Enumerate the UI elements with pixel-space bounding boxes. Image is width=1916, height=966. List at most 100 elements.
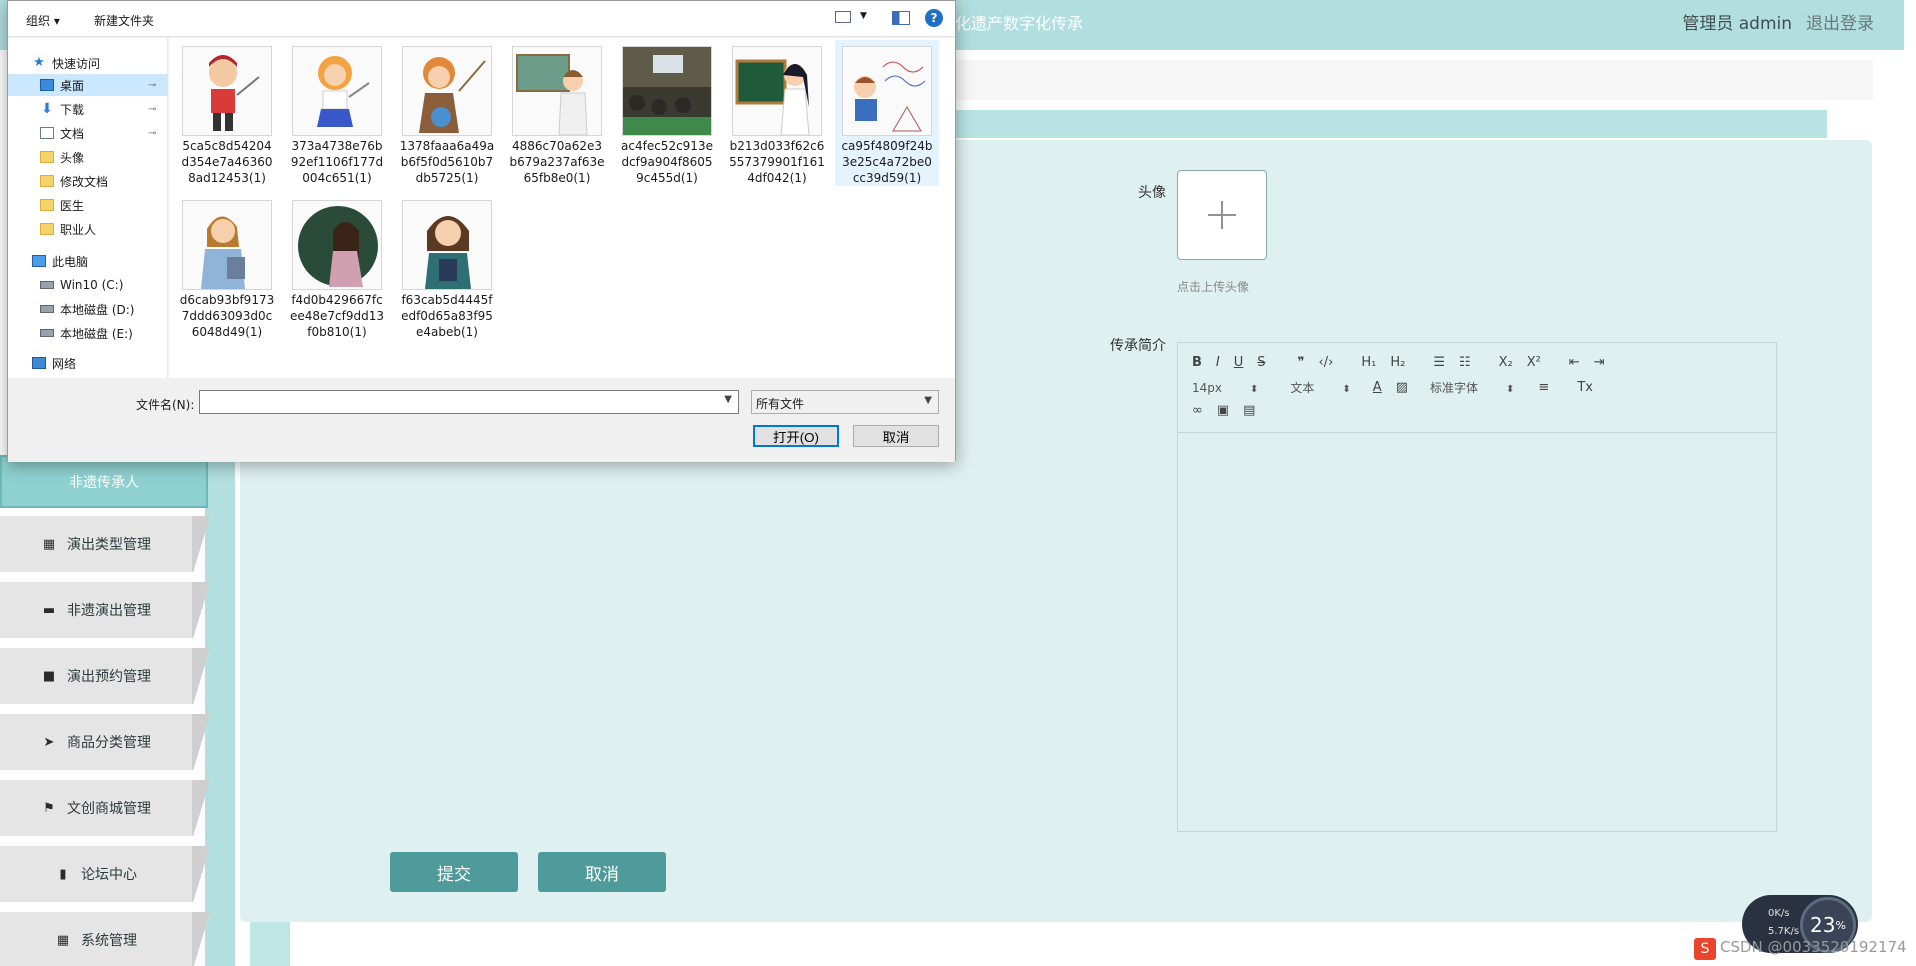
filename-input[interactable]: ▼ [199, 390, 739, 414]
drive-icon [40, 305, 54, 313]
chat-icon: ▬ [42, 602, 56, 618]
nav-folder-doctor[interactable]: 医生 [40, 194, 84, 216]
chevron-down-icon[interactable]: ▼ [860, 11, 867, 21]
file-name: 373a4738e76b92ef1106f177d004c651(1) [290, 139, 384, 185]
sidebar-item-performance[interactable]: ▬ 非遗演出管理 [0, 582, 210, 638]
sidebar-item-performance-type[interactable]: ▦ 演出类型管理 [0, 516, 210, 572]
text-type-select[interactable]: 文本 ⬍ [1290, 379, 1350, 396]
file-item[interactable]: f63cab5d4445fedf0d65a83f95e4abeb(1) [395, 194, 499, 340]
avatar-upload[interactable] [1177, 170, 1267, 260]
watermark: CSDN @0033520192174 [1720, 938, 1907, 956]
image-icon[interactable]: ▣ [1217, 403, 1229, 418]
grid-icon: ▦ [42, 536, 56, 552]
nav-folder-professional[interactable]: 职业人 [40, 218, 96, 240]
grid-icon: ▦ [56, 932, 70, 948]
sidebar-item-booking[interactable]: ■ 演出预约管理 [0, 648, 210, 704]
network-icon [32, 357, 46, 369]
panel-footer-block [250, 922, 290, 966]
indent-icon[interactable]: ⇥ [1594, 355, 1605, 370]
underline-icon[interactable]: U [1234, 355, 1244, 370]
file-item[interactable]: 373a4738e76b92ef1106f177d004c651(1) [285, 40, 389, 186]
file-item[interactable]: ac4fec52c913edcf9a904f86059c455d(1) [615, 40, 719, 186]
pin-icon: ⊸ [148, 104, 157, 115]
background-color-icon[interactable]: ▨ [1396, 380, 1408, 395]
sidebar-item-goods-category[interactable]: ➤ 商品分类管理 [0, 714, 210, 770]
sidebar-item-shop[interactable]: ⚑ 文创商城管理 [0, 780, 210, 836]
dialog-cancel-button[interactable]: 取消 [853, 425, 939, 447]
ordered-list-icon[interactable]: ☰ [1433, 355, 1445, 370]
font-color-icon[interactable]: A [1373, 380, 1382, 395]
sidebar-item-heritage-inheritor[interactable]: 非遗传承人 [0, 455, 208, 508]
strike-icon[interactable]: S [1257, 355, 1265, 370]
view-mode-icon[interactable] [835, 11, 851, 23]
nav-folder-avatar[interactable]: 头像 [40, 146, 84, 168]
cancel-button[interactable]: 取消 [538, 852, 666, 892]
bold-icon[interactable]: B [1192, 355, 1202, 370]
intro-label: 传承简介 [1110, 338, 1166, 354]
submit-button[interactable]: 提交 [390, 852, 518, 892]
quote-icon[interactable]: ❞ [1298, 355, 1305, 370]
link-icon[interactable]: ∞ [1192, 403, 1203, 418]
file-name: 5ca5c8d54204d354e7a463608ad12453(1) [181, 139, 273, 185]
nav-quick-access[interactable]: ★ 快速访问 [32, 52, 100, 74]
sidebar-item-label: 文创商城管理 [67, 801, 151, 817]
clear-format-icon[interactable]: Tx [1577, 380, 1593, 395]
nav-this-pc[interactable]: 此电脑 [32, 250, 88, 272]
rich-text-editor[interactable]: B I U S ❞ ‹/› H₁ H₂ ☰ ☷ X₂ X² ⇤ ⇥ 14px ⬍ … [1177, 342, 1777, 832]
italic-icon[interactable]: I [1216, 355, 1220, 370]
file-name: ca95f4809f24b3e25c4a72be0cc39d59(1) [841, 139, 933, 185]
breadcrumb-bar [955, 60, 1873, 100]
cpu-usage-value: 23 [1810, 913, 1836, 937]
preview-pane-icon[interactable] [892, 11, 910, 25]
file-type-select[interactable]: 所有文件 ▼ [751, 390, 939, 414]
subscript-icon[interactable]: X₂ [1499, 355, 1513, 370]
nav-label: 下载 [60, 102, 85, 117]
file-item[interactable]: f4d0b429667fcee48e7cf9dd13f0b810(1) [285, 194, 389, 340]
file-item[interactable]: d6cab93bf91737ddd63093d0c6048d49(1) [175, 194, 279, 340]
superscript-icon[interactable]: X² [1527, 355, 1541, 370]
font-family-select[interactable]: 标准字体 ⬍ [1430, 379, 1514, 396]
video-icon[interactable]: ▤ [1243, 403, 1255, 418]
file-item[interactable]: 5ca5c8d54204d354e7a463608ad12453(1) [175, 40, 279, 186]
code-icon[interactable]: ‹/› [1319, 355, 1334, 370]
organize-menu[interactable]: 组织 ▾ [26, 12, 60, 29]
open-button[interactable]: 打开(O) [753, 425, 839, 447]
percent-sign: % [1835, 918, 1846, 932]
folder-icon [40, 175, 54, 187]
chevron-down-icon[interactable]: ▼ [724, 394, 732, 405]
nav-desktop[interactable]: 桌面 ⊸ [8, 74, 168, 96]
bullet-list-icon[interactable]: ☷ [1459, 355, 1471, 370]
nav-downloads[interactable]: ⬇ 下载 [40, 98, 84, 120]
pin-icon: ⊸ [148, 79, 157, 91]
file-name: ac4fec52c913edcf9a904f86059c455d(1) [621, 139, 713, 185]
nav-drive-d[interactable]: 本地磁盘 (D:) [40, 298, 134, 320]
nav-drive-c[interactable]: Win10 (C:) [40, 274, 123, 296]
csdn-logo-icon: S [1694, 938, 1716, 960]
file-item[interactable]: 4886c70a62e3b679a237af63e65fb8e0(1) [505, 40, 609, 186]
logout-link[interactable]: 退出登录 [1806, 9, 1874, 34]
sidebar-item-system[interactable]: ▦ 系统管理 [0, 912, 210, 966]
font-size-select[interactable]: 14px ⬍ [1192, 381, 1258, 395]
site-title: 化遗产数字化传承 [955, 14, 1084, 33]
user-info: 管理员 admin 退出登录 [1682, 9, 1874, 34]
align-icon[interactable]: ≡ [1538, 380, 1549, 395]
file-item[interactable]: ca95f4809f24b3e25c4a72be0cc39d59(1) [835, 40, 939, 186]
file-item[interactable]: b213d033f62c6557379901f1614df042(1) [725, 40, 829, 186]
sidebar-item-label: 商品分类管理 [67, 735, 151, 751]
nav-folder-docs[interactable]: 修改文档 [40, 170, 108, 192]
help-icon[interactable]: ? [925, 9, 943, 27]
nav-drive-e[interactable]: 本地磁盘 (E:) [40, 322, 133, 344]
bar-chart-icon: ▮ [59, 866, 67, 882]
file-type-value: 所有文件 [756, 397, 805, 411]
h1-icon[interactable]: H₁ [1361, 355, 1376, 370]
sidebar-item-label: 演出类型管理 [67, 537, 151, 553]
sidebar-item-forum[interactable]: ▮ 论坛中心 [0, 846, 210, 902]
nav-documents[interactable]: 文档 [40, 122, 84, 144]
file-item[interactable]: 1378faaa6a49ab6f5f0d5610b7db5725(1) [395, 40, 499, 186]
new-folder-button[interactable]: 新建文件夹 [94, 12, 154, 29]
image-thumbnail [732, 46, 822, 136]
h2-icon[interactable]: H₂ [1390, 355, 1405, 370]
outdent-icon[interactable]: ⇤ [1569, 355, 1580, 370]
nav-network[interactable]: 网络 [32, 352, 76, 374]
nav-label: 此电脑 [52, 254, 89, 269]
